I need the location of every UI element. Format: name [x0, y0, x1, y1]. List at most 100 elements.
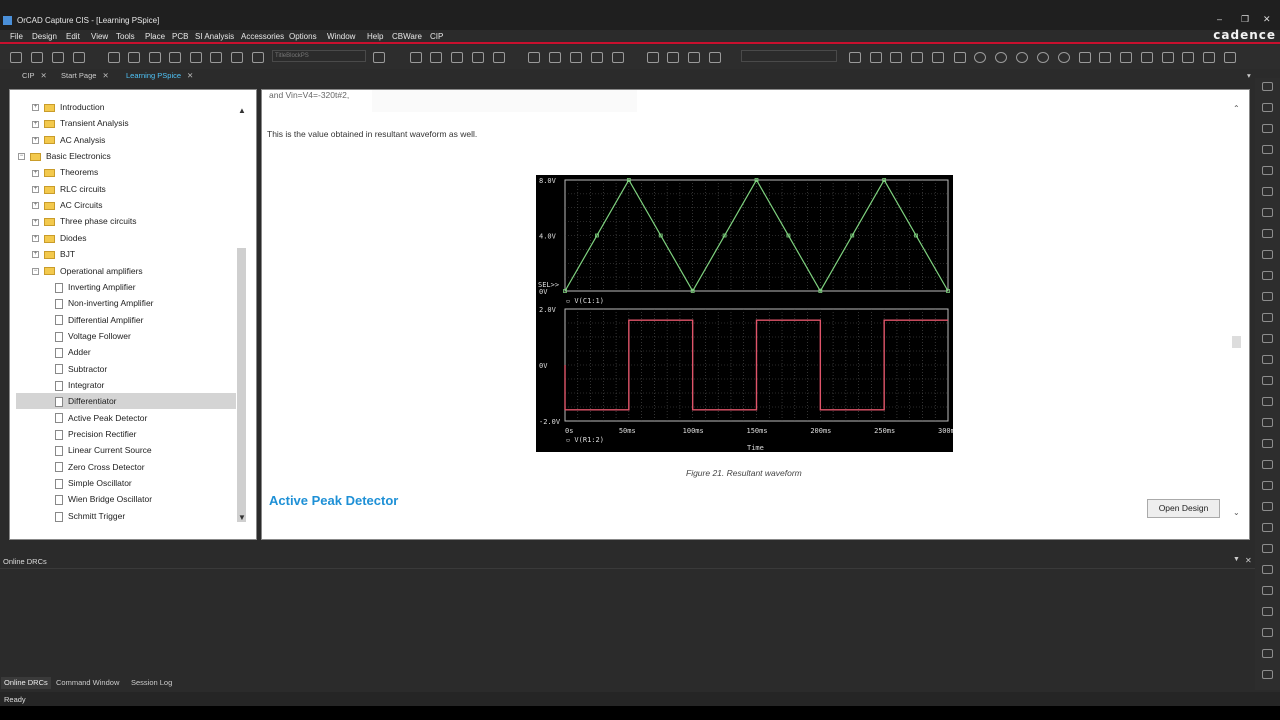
palette-tool-icon[interactable]: [1262, 502, 1273, 511]
toolbar-button-icon[interactable]: [709, 52, 721, 63]
tab-learning-pspice[interactable]: Learning PSpice ✕: [122, 70, 197, 82]
toolbar-button-icon[interactable]: [591, 52, 603, 63]
toolbar-button-icon[interactable]: [169, 52, 181, 63]
toolbar-button-icon[interactable]: [1120, 52, 1132, 63]
palette-tool-icon[interactable]: [1262, 565, 1273, 574]
palette-tool-icon[interactable]: [1262, 334, 1273, 343]
palette-tool-icon[interactable]: [1262, 292, 1273, 301]
toolbar-button-icon[interactable]: [1058, 52, 1070, 63]
tree-item[interactable]: Adder: [55, 344, 91, 360]
menu-item-accessories[interactable]: Accessories: [241, 32, 284, 41]
menu-item-cip[interactable]: CIP: [430, 32, 443, 41]
toolbar-button-icon[interactable]: [190, 52, 202, 63]
toolbar-button-icon[interactable]: [373, 52, 385, 63]
tree-item[interactable]: Simple Oscillator: [55, 475, 132, 491]
palette-tool-icon[interactable]: [1262, 628, 1273, 637]
toolbar-button-icon[interactable]: [890, 52, 902, 63]
menu-item-design[interactable]: Design: [32, 32, 57, 41]
close-icon[interactable]: ✕: [187, 71, 193, 80]
palette-tool-icon[interactable]: [1262, 481, 1273, 490]
palette-tool-icon[interactable]: [1262, 208, 1273, 217]
toolbar-button-icon[interactable]: [1203, 52, 1215, 63]
tree-item[interactable]: + Diodes: [32, 230, 86, 246]
toolbar-button-icon[interactable]: [667, 52, 679, 63]
palette-tool-icon[interactable]: [1262, 103, 1273, 112]
toolbar-button-icon[interactable]: [870, 52, 882, 63]
tree-item[interactable]: Non-inverting Amplifier: [55, 295, 154, 311]
toolbar-button-icon[interactable]: [528, 52, 540, 63]
toolbar-button-icon[interactable]: [52, 52, 64, 63]
tree-item[interactable]: + AC Circuits: [32, 197, 103, 213]
menu-item-edit[interactable]: Edit: [66, 32, 80, 41]
toolbar-button-icon[interactable]: [688, 52, 700, 63]
restore-icon[interactable]: ❐: [1241, 14, 1249, 25]
toolbar-button-icon[interactable]: [31, 52, 43, 63]
toolbar-button-icon[interactable]: [1099, 52, 1111, 63]
tree-item[interactable]: Differentiator: [16, 393, 236, 410]
palette-tool-icon[interactable]: [1262, 523, 1273, 532]
tree-item[interactable]: Differential Amplifier: [55, 312, 143, 328]
toolbar-button-icon[interactable]: [570, 52, 582, 63]
tree-item[interactable]: − Basic Electronics: [18, 148, 111, 164]
toolbar-button-icon[interactable]: [149, 52, 161, 63]
palette-tool-icon[interactable]: [1262, 586, 1273, 595]
tab-list-chevron-icon[interactable]: ▾: [1243, 70, 1255, 82]
menu-item-view[interactable]: View: [91, 32, 108, 41]
palette-tool-icon[interactable]: [1262, 124, 1273, 133]
palette-tool-icon[interactable]: [1262, 670, 1273, 679]
palette-tool-icon[interactable]: [1262, 397, 1273, 406]
toolbar-button-icon[interactable]: [231, 52, 243, 63]
tree-scrollbar-thumb[interactable]: [237, 248, 246, 522]
palette-tool-icon[interactable]: [1262, 250, 1273, 259]
toolbar-button-icon[interactable]: [911, 52, 923, 63]
tab-cip[interactable]: CIP ✕: [18, 70, 51, 82]
palette-tool-icon[interactable]: [1262, 229, 1273, 238]
toolbar-button-icon[interactable]: [647, 52, 659, 63]
tree-item[interactable]: Linear Current Source: [55, 442, 152, 458]
menu-item-tools[interactable]: Tools: [116, 32, 135, 41]
tree-item[interactable]: + Introduction: [32, 99, 104, 115]
toolbar-button-icon[interactable]: [493, 52, 505, 63]
tree-item[interactable]: + Three phase circuits: [32, 213, 137, 229]
tree-item[interactable]: + AC Analysis: [32, 132, 105, 148]
expand-icon[interactable]: +: [32, 120, 39, 128]
tree-item[interactable]: Precision Rectifier: [55, 426, 137, 442]
tree-item[interactable]: Subtractor: [55, 361, 107, 377]
tree-item[interactable]: Inverting Amplifier: [55, 279, 136, 295]
toolbar-button-icon[interactable]: [108, 52, 120, 63]
palette-tool-icon[interactable]: [1262, 145, 1273, 154]
toolbar-button-icon[interactable]: [549, 52, 561, 63]
tab-session-log[interactable]: Session Log: [128, 677, 175, 689]
palette-tool-icon[interactable]: [1262, 439, 1273, 448]
panel-menu-icon[interactable]: ▼: [1233, 556, 1240, 563]
expand-icon[interactable]: +: [32, 251, 39, 259]
title-block-combo[interactable]: TitleBlockPS: [272, 50, 366, 62]
expand-icon[interactable]: +: [32, 169, 39, 177]
tab-command-window[interactable]: Command Window: [53, 677, 122, 689]
palette-tool-icon[interactable]: [1262, 418, 1273, 427]
menu-item-file[interactable]: File: [10, 32, 23, 41]
toolbar-button-icon[interactable]: [849, 52, 861, 63]
toolbar-button-icon[interactable]: [932, 52, 944, 63]
tree-item[interactable]: + Transient Analysis: [32, 115, 129, 131]
tab-start-page[interactable]: Start Page ✕: [57, 70, 113, 82]
toolbar-button-icon[interactable]: [472, 52, 484, 63]
expand-icon[interactable]: +: [32, 136, 39, 144]
tab-online-drcs[interactable]: Online DRCs: [1, 677, 51, 689]
palette-tool-icon[interactable]: [1262, 271, 1273, 280]
tree-item[interactable]: − Operational amplifiers: [32, 263, 143, 279]
tree-item[interactable]: + Theorems: [32, 164, 98, 180]
toolbar-button-icon[interactable]: [73, 52, 85, 63]
toolbar-button-icon[interactable]: [1141, 52, 1153, 63]
toolbar-button-icon[interactable]: [252, 52, 264, 63]
close-icon[interactable]: ✕: [102, 71, 108, 80]
toolbar-button-icon[interactable]: [974, 52, 986, 63]
palette-tool-icon[interactable]: [1262, 607, 1273, 616]
document-scrollbar-thumb[interactable]: [1232, 336, 1241, 348]
palette-tool-icon[interactable]: [1262, 544, 1273, 553]
toolbar-button-icon[interactable]: [1016, 52, 1028, 63]
palette-tool-icon[interactable]: [1262, 313, 1273, 322]
toolbar-button-icon[interactable]: [612, 52, 624, 63]
tree-item[interactable]: Zero Cross Detector: [55, 459, 145, 475]
toolbar-button-icon[interactable]: [451, 52, 463, 63]
